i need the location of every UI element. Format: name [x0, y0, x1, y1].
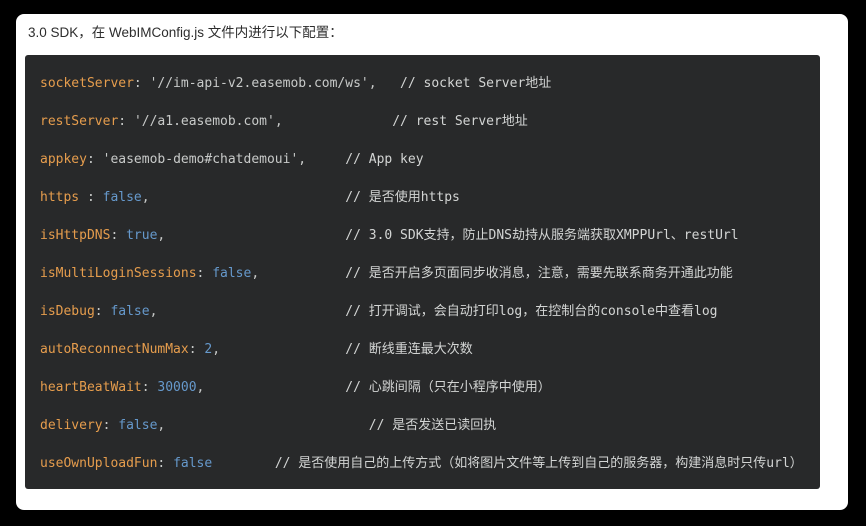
code-separator: :: [102, 418, 119, 433]
code-value: '//a1.easemob.com': [133, 114, 275, 129]
code-comment: // 打开调试，会自动打印log，在控制台的console中查看log: [345, 304, 718, 319]
code-pad: [283, 114, 393, 129]
code-pad: [165, 228, 345, 243]
code-comma: ,: [141, 190, 150, 205]
code-line-autoReconnectNumMax: autoReconnectNumMax: 2, // 断线重连最大次数: [40, 331, 805, 369]
code-comma: ,: [298, 152, 307, 167]
code-separator: :: [86, 152, 103, 167]
code-comment: // rest Server地址: [392, 114, 528, 129]
code-pad: [150, 190, 346, 205]
code-pad: [165, 418, 369, 433]
code-value: false: [110, 304, 150, 319]
code-separator: :: [133, 76, 150, 91]
code-key: useOwnUploadFun: [40, 456, 158, 471]
code-value: 30000: [157, 380, 197, 395]
code-line-isHttpDNS: isHttpDNS: true, // 3.0 SDK支持，防止DNS劫持从服务…: [40, 217, 805, 255]
code-line-appkey: appkey: 'easemob-demo#chatdemoui', // Ap…: [40, 141, 805, 179]
code-value: '//im-api-v2.easemob.com/ws': [149, 76, 369, 91]
code-comma: ,: [274, 114, 283, 129]
code-comment: // 3.0 SDK支持，防止DNS劫持从服务端获取XMPPUrl、restUr…: [345, 228, 739, 243]
code-key: isMultiLoginSessions: [40, 266, 197, 281]
code-line-isMultiLoginSessions: isMultiLoginSessions: false, // 是否开启多页面同…: [40, 255, 805, 293]
code-line-useOwnUploadFun: useOwnUploadFun: false // 是否使用自己的上传方式（如将…: [40, 445, 805, 483]
code-separator: :: [118, 114, 134, 129]
code-line-https: https : false, // 是否使用https: [40, 179, 805, 217]
code-pad: [377, 76, 400, 91]
code-lines: socketServer: '//im-api-v2.easemob.com/w…: [40, 65, 805, 483]
code-key: heartBeatWait: [40, 380, 142, 395]
code-key: restServer: [40, 114, 119, 129]
code-line-socketServer: socketServer: '//im-api-v2.easemob.com/w…: [40, 65, 805, 103]
code-key: isHttpDNS: [40, 228, 111, 243]
code-value: false: [102, 190, 142, 205]
code-comment: // 断线重连最大次数: [345, 342, 473, 357]
code-separator: :: [94, 304, 111, 319]
code-pad: [306, 152, 345, 167]
code-line-heartBeatWait: heartBeatWait: 30000, // 心跳间隔（只在小程序中使用）: [40, 369, 805, 407]
code-comment: // 是否开启多页面同步收消息，注意，需要先联系商务开通此功能: [345, 266, 733, 281]
code-pad: [157, 304, 345, 319]
code-key: socketServer: [40, 76, 134, 91]
code-value: false: [173, 456, 213, 471]
code-key: delivery: [40, 418, 103, 433]
doc-card: 3.0 SDK，在 WebIMConfig.js 文件内进行以下配置： sock…: [16, 14, 848, 510]
code-comment: // 是否使用自己的上传方式（如将图片文件等上传到自己的服务器，构建消息时只传u…: [274, 456, 803, 471]
code-separator: :: [141, 380, 158, 395]
code-pad: [204, 380, 345, 395]
code-value: false: [212, 266, 252, 281]
code-comment: // 是否发送已读回执: [368, 418, 497, 433]
code-value: 'easemob-demo#chatdemoui': [102, 152, 299, 167]
code-separator: :: [110, 228, 127, 243]
code-comma: ,: [368, 76, 377, 91]
page: { "page": { "background": "#000000" }, "…: [0, 0, 866, 526]
code-line-delivery: delivery: false, // 是否发送已读回执: [40, 407, 805, 445]
code-pad: [259, 266, 345, 281]
code-comma: ,: [212, 342, 221, 357]
code-comma: ,: [251, 266, 260, 281]
code-comment: // socket Server地址: [400, 76, 552, 91]
code-key: isDebug: [40, 304, 95, 319]
code-block: socketServer: '//im-api-v2.easemob.com/w…: [25, 55, 820, 489]
config-instruction-text: 3.0 SDK，在 WebIMConfig.js 文件内进行以下配置：: [28, 25, 343, 40]
code-comment: // 心跳间隔（只在小程序中使用）: [345, 380, 551, 395]
code-comment: // App key: [345, 152, 424, 167]
code-value: true: [126, 228, 158, 243]
code-separator: :: [196, 266, 213, 281]
code-key: https: [40, 190, 80, 205]
code-separator: :: [157, 456, 174, 471]
code-pad: [220, 342, 345, 357]
code-pad: [212, 456, 275, 471]
code-line-isDebug: isDebug: false, // 打开调试，会自动打印log，在控制台的co…: [40, 293, 805, 331]
code-separator: :: [188, 342, 205, 357]
code-key: appkey: [40, 152, 87, 167]
code-key: autoReconnectNumMax: [40, 342, 189, 357]
code-separator: :: [79, 190, 103, 205]
code-comment: // 是否使用https: [345, 190, 460, 205]
code-value: false: [118, 418, 158, 433]
code-line-restServer: restServer: '//a1.easemob.com', // rest …: [40, 103, 805, 141]
